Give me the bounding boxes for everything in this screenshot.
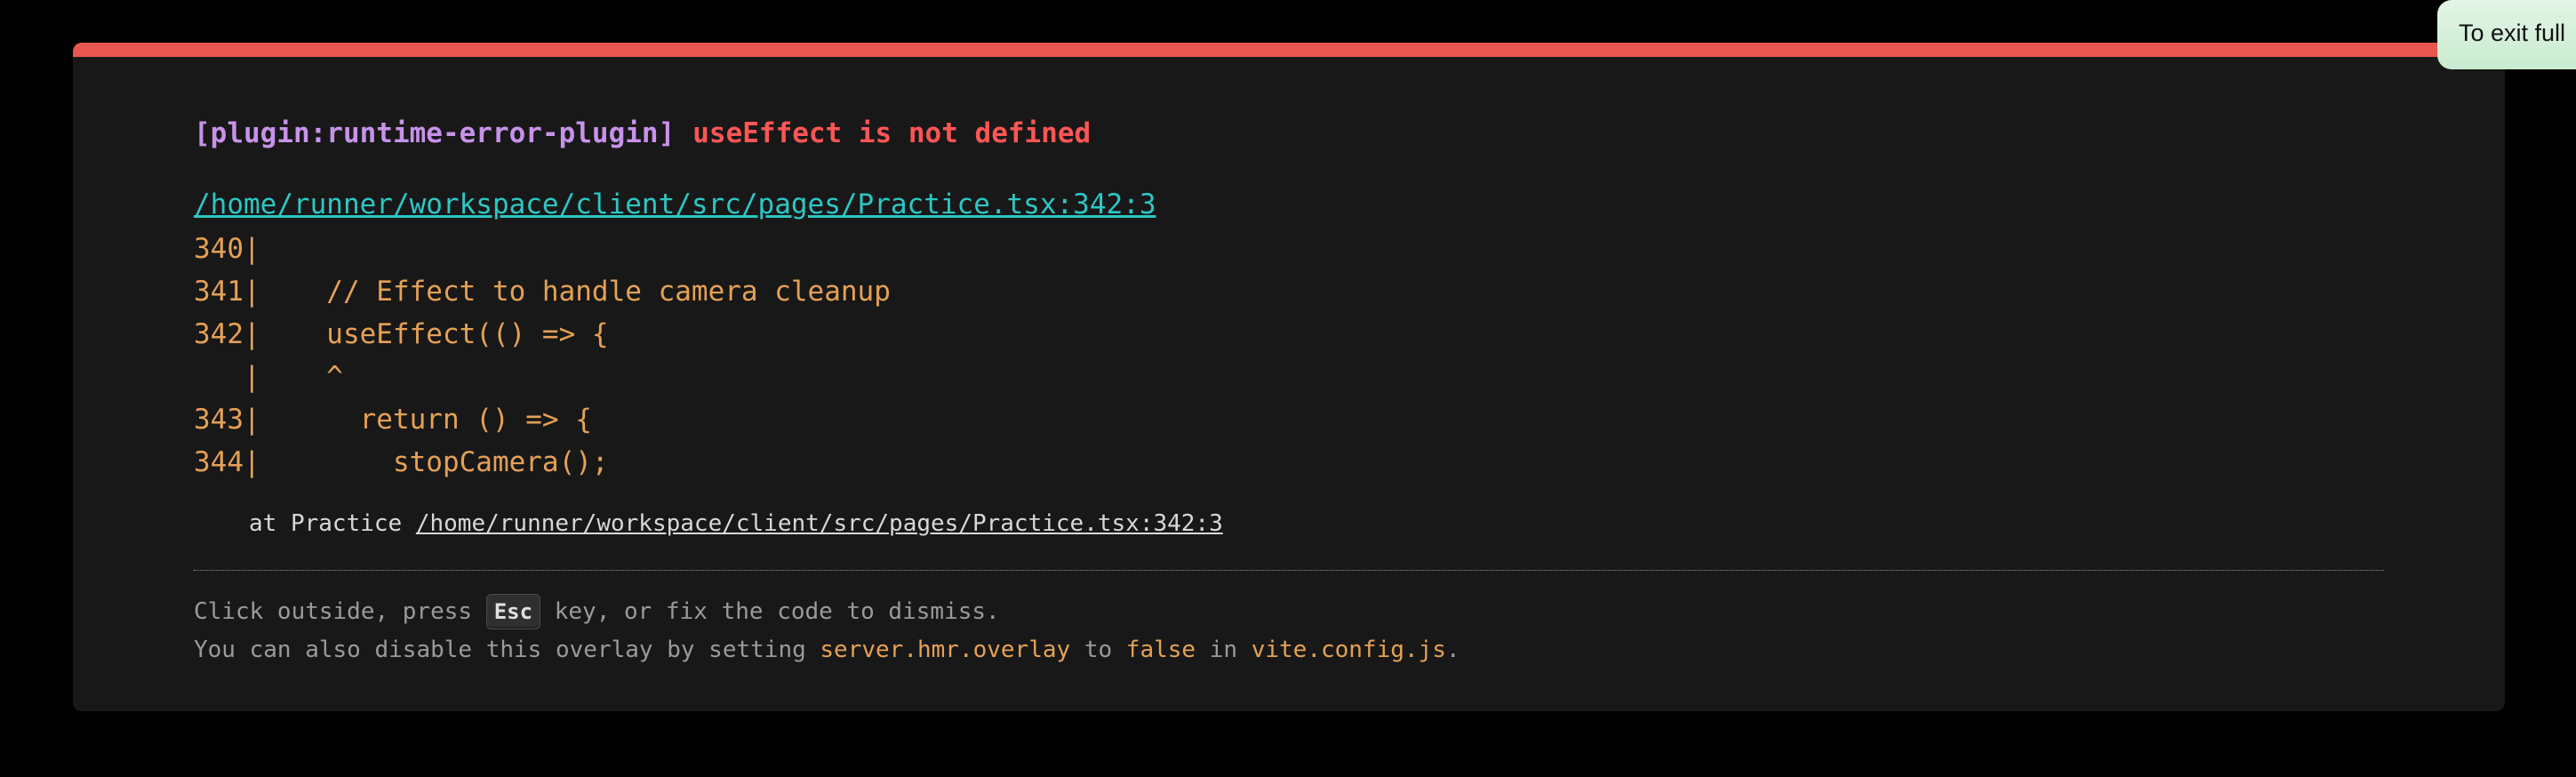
tip-text-after: key, or fix the code to dismiss. (540, 598, 1000, 625)
code-frame: 340| 341| // Effect to handle camera cle… (194, 233, 891, 478)
error-file-link[interactable]: /home/runner/workspace/client/src/pages/… (194, 188, 1156, 220)
tip2-text-in: in (1196, 637, 1252, 663)
tip2-text-before: You can also disable this overlay by set… (194, 637, 820, 663)
disable-overlay-tip: You can also disable this overlay by set… (194, 637, 1460, 663)
stack-prefix: at Practice (249, 510, 416, 537)
esc-key-badge: Esc (485, 594, 541, 629)
tip2-text-mid: to (1070, 637, 1126, 663)
tip2-text-end: . (1445, 637, 1460, 663)
setting-value: false (1125, 637, 1196, 663)
stack-trace: at Practice /home/runner/workspace/clien… (249, 510, 1223, 537)
tip-text-before: Click outside, press (194, 598, 486, 625)
error-text: useEffect is not defined (692, 117, 1092, 149)
divider (194, 570, 2384, 571)
fullscreen-exit-toast: To exit full (2437, 0, 2576, 69)
config-file-name: vite.config.js (1251, 637, 1446, 663)
error-message: [plugin:runtime-error-plugin] useEffect i… (194, 117, 1091, 149)
dismiss-tip: Click outside, press Esc key, or fix the… (194, 594, 1000, 629)
stack-file-link[interactable]: /home/runner/workspace/client/src/pages/… (416, 510, 1223, 537)
overlay-setting: server.hmr.overlay (820, 637, 1071, 663)
plugin-name: [plugin:runtime-error-plugin] (194, 117, 676, 149)
error-overlay: [plugin:runtime-error-plugin] useEffect i… (73, 43, 2505, 711)
